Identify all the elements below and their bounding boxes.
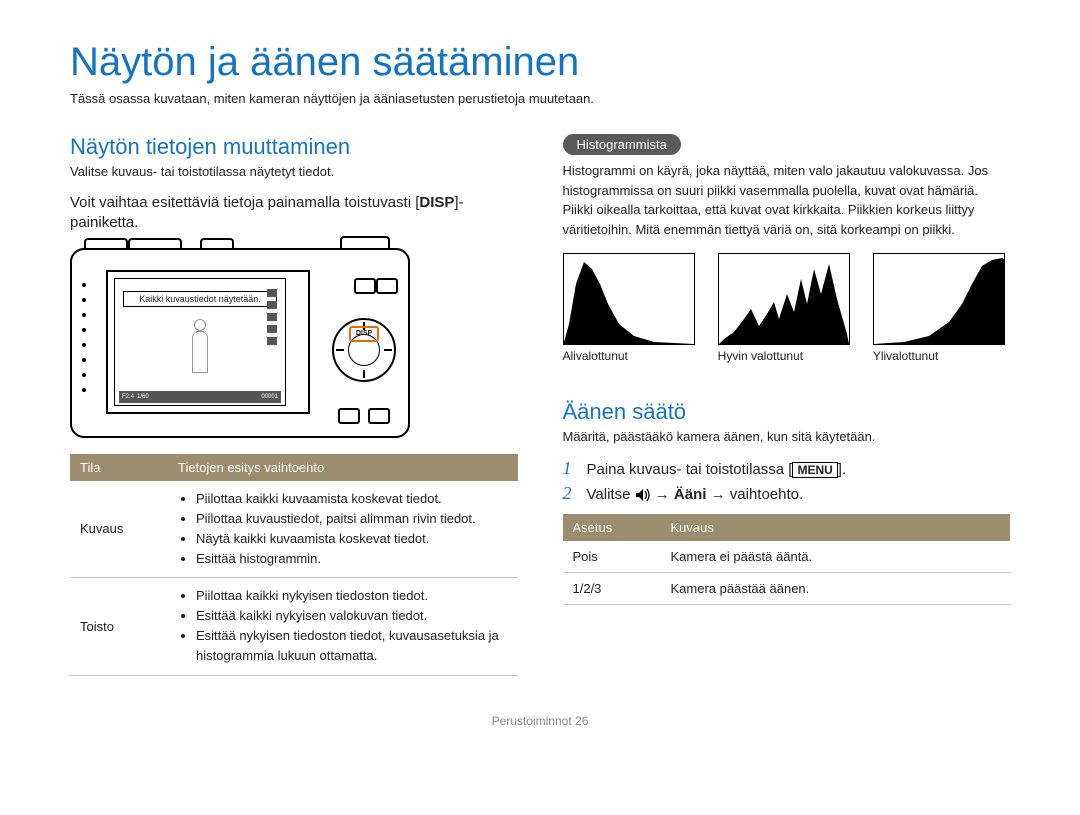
col-left: Näytön tietojen muuttaminen Valitse kuva… (70, 134, 518, 676)
table-row: 1/2/3 Kamera päästää äänen. (563, 573, 1011, 605)
mode-options: Piilottaa kaikki nykyisen tiedoston tied… (178, 586, 508, 667)
histo-cap: Hyvin valottunut (718, 349, 855, 363)
side-icons (267, 289, 281, 345)
menu-key: MENU (792, 462, 837, 478)
sound-sub: Määritä, päästääkö kamera äänen, kun sit… (563, 429, 1011, 444)
page-title: Näytön ja äänen säätäminen (70, 40, 1010, 85)
display-sub: Valitse kuvaus- tai toistotilassa näytet… (70, 164, 518, 179)
table-row: Toisto Piilottaa kaikki nykyisen tiedost… (70, 578, 518, 676)
cell-mode: Toisto (70, 578, 168, 676)
th-desc: Kuvaus (661, 514, 1011, 541)
manual-page: Näytön ja äänen säätäminen Tässä osassa … (0, 0, 1080, 728)
page-intro: Tässä osassa kuvataan, miten kameran näy… (70, 91, 1010, 106)
instr-text-a: Voit vaihtaa esitettäviä tietoja painama… (70, 194, 415, 211)
display-mode-table: Tila Tietojen esitys vaihtoehto Kuvaus P… (70, 454, 518, 676)
list-item: Piilottaa kuvaustiedot, paitsi alimman r… (196, 509, 508, 529)
h2-sound: Äänen säätö (563, 399, 1011, 425)
step-1: 1 Paina kuvaus- tai toistotilassa [MENU]… (563, 458, 1011, 479)
step1-a: Paina kuvaus- tai toistotilassa (587, 461, 789, 478)
camera-screen: Kaikki kuvaustiedot näytetään. F2.4 1/60… (106, 270, 310, 414)
step2-bold: Ääni (674, 486, 707, 503)
histo-cap: Alivalottunut (563, 349, 700, 363)
th-setting: Asetus (563, 514, 661, 541)
table-row: Pois Kamera ei päästä ääntä. (563, 541, 1011, 573)
speaker-icon (635, 488, 651, 502)
columns: Näytön tietojen muuttaminen Valitse kuva… (70, 134, 1010, 676)
th-mode: Tila (70, 454, 168, 481)
steps: 1 Paina kuvaus- tai toistotilassa [MENU]… (563, 458, 1011, 504)
step-number: 2 (563, 483, 579, 504)
page-footer: Perustoiminnot 26 (70, 714, 1010, 728)
list-item: Esittää histogrammin. (196, 549, 508, 569)
disp-key: DISP (419, 194, 454, 211)
step-2: 2 Valitse → Ääni → vaihtoehto. (563, 483, 1011, 504)
cell-setting: Pois (563, 541, 661, 573)
step1-b: . (842, 461, 846, 478)
cell-mode: Kuvaus (70, 481, 168, 578)
table-row: Kuvaus Piilottaa kaikki kuvaamista koske… (70, 481, 518, 578)
display-instr: Voit vaihtaa esitettäviä tietoja painama… (70, 193, 518, 234)
h2-display-info: Näytön tietojen muuttaminen (70, 134, 518, 160)
histo-over: Ylivalottunut (873, 253, 1010, 363)
list-item: Piilottaa kaikki kuvaamista koskevat tie… (196, 489, 508, 509)
histo-well: Hyvin valottunut (718, 253, 855, 363)
histogram-pill: Histogrammista (563, 134, 681, 155)
th-option: Tietojen esitys vaihtoehto (168, 454, 518, 481)
camera-button (368, 408, 390, 424)
control-dial: DISP (332, 318, 396, 382)
status-f: F2.4 (122, 394, 134, 400)
disp-button-highlight: DISP (349, 326, 379, 342)
camera-button (338, 408, 360, 424)
step-number: 1 (563, 458, 579, 479)
status-bar: F2.4 1/60 00001 (119, 391, 281, 403)
screen-note: Kaikki kuvaustiedot näytetään. (123, 291, 277, 307)
histogram-examples: Alivalottunut Hyvin valottunut (563, 253, 1011, 363)
footer-section: Perustoiminnot (492, 714, 572, 728)
list-item: Piilottaa kaikki nykyisen tiedoston tied… (196, 586, 508, 606)
arrow1: → (655, 486, 674, 503)
camera-button (354, 278, 376, 294)
histo-under: Alivalottunut (563, 253, 700, 363)
camera-illustration: Kaikki kuvaustiedot näytetään. F2.4 1/60… (70, 248, 410, 438)
status-counter: 00001 (261, 394, 278, 400)
histo-cap: Ylivalottunut (873, 349, 1010, 363)
col-right: Histogrammista Histogrammi on käyrä, jok… (563, 134, 1011, 676)
cell-setting: 1/2/3 (563, 573, 661, 605)
list-item: Näytä kaikki kuvaamista koskevat tiedot. (196, 529, 508, 549)
status-s: 1/60 (137, 394, 149, 400)
list-item: Esittää kaikki nykyisen valokuvan tiedot… (196, 606, 508, 626)
cell-desc: Kamera ei päästä ääntä. (661, 541, 1011, 573)
figure-icon (185, 319, 215, 379)
step2-b: → vaihtoehto. (711, 486, 804, 503)
camera-button (376, 278, 398, 294)
mode-options: Piilottaa kaikki kuvaamista koskevat tie… (178, 489, 508, 570)
step2-a: Valitse (587, 486, 635, 503)
histogram-para: Histogrammi on käyrä, joka näyttää, mite… (563, 161, 1011, 239)
list-item: Esittää nykyisen tiedoston tiedot, kuvau… (196, 626, 508, 666)
footer-page: 26 (575, 714, 588, 728)
sound-table: Asetus Kuvaus Pois Kamera ei päästä äänt… (563, 514, 1011, 605)
cell-desc: Kamera päästää äänen. (661, 573, 1011, 605)
